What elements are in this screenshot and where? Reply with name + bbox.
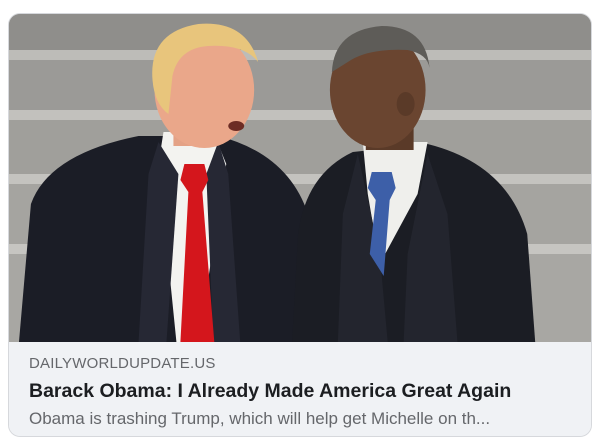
link-preview-meta[interactable]: DAILYWORLDUPDATE.US Barack Obama: I Alre… xyxy=(9,342,591,436)
link-description: Obama is trashing Trump, which will help… xyxy=(29,409,491,428)
link-domain: DAILYWORLDUPDATE.US xyxy=(29,355,216,372)
photo-illustration xyxy=(9,14,591,342)
link-preview-card[interactable]: DAILYWORLDUPDATE.US Barack Obama: I Alre… xyxy=(8,13,592,437)
link-headline[interactable]: Barack Obama: I Already Made America Gre… xyxy=(29,378,571,404)
link-preview-image[interactable] xyxy=(9,14,591,342)
